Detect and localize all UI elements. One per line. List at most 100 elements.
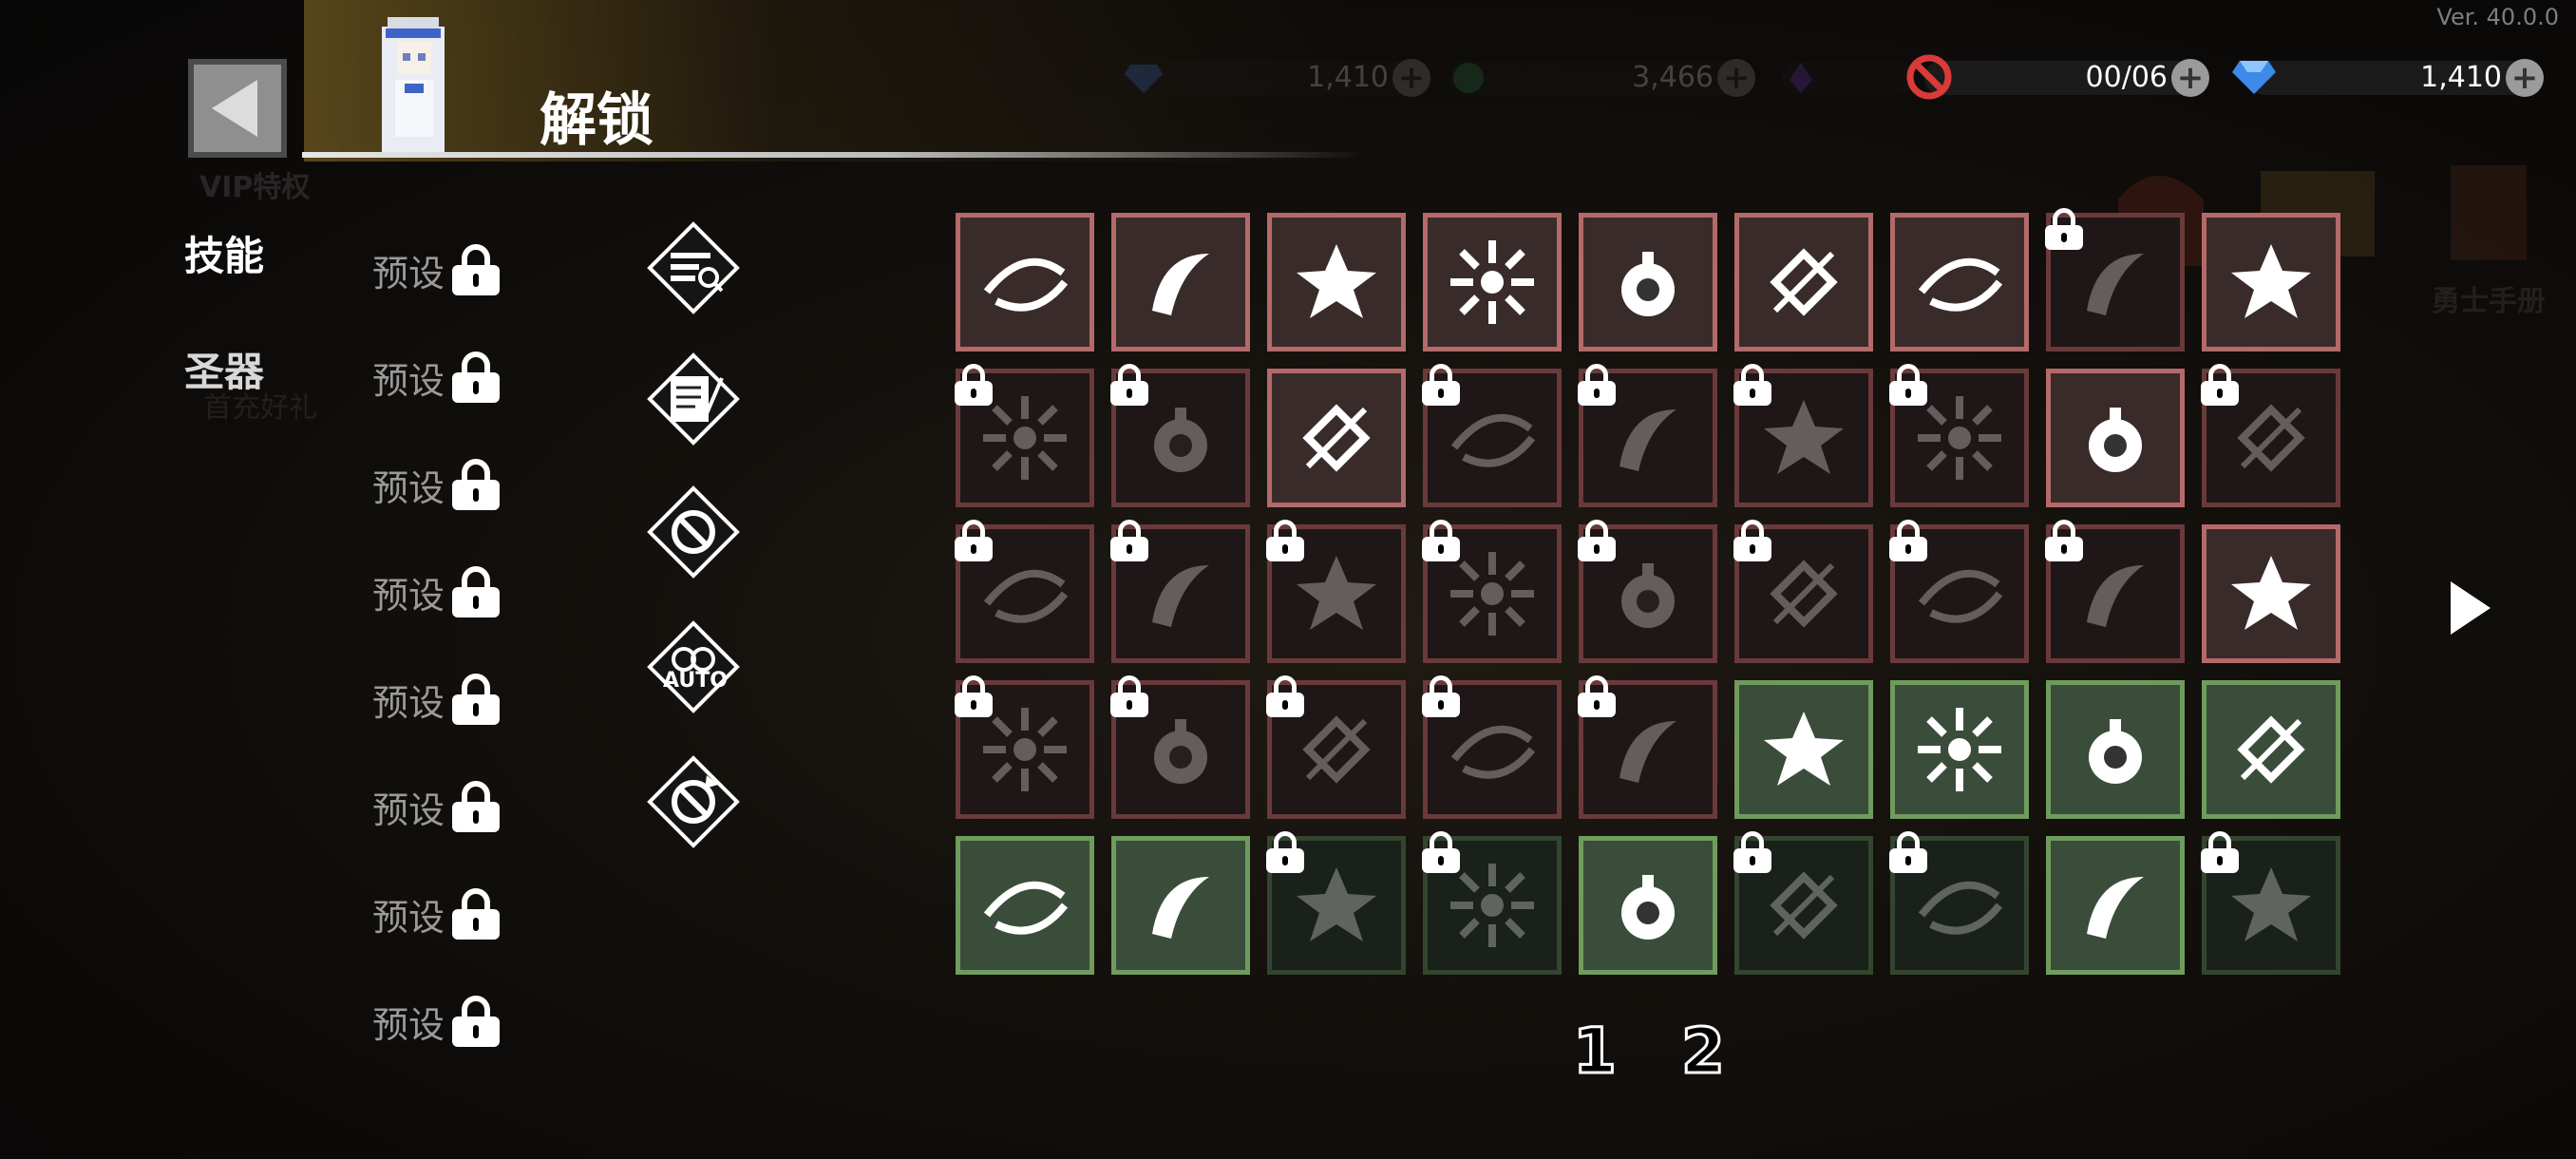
- lock-icon: [2199, 831, 2241, 873]
- ticket-value: 00/06: [2085, 61, 2168, 94]
- skill-slot-blade-swirl[interactable]: [1111, 213, 1250, 352]
- skill-slot-smoke-cloud[interactable]: [955, 520, 1094, 663]
- lock-icon: [1732, 520, 1773, 561]
- skill-slot-fire-wheel[interactable]: [956, 836, 1094, 975]
- skill-slot-laser-beam[interactable]: [1422, 831, 1562, 975]
- skill-slot-lightning-bolt[interactable]: [2046, 680, 2185, 819]
- skill-slot-spiral[interactable]: [1889, 364, 2029, 507]
- preset-label: 预设: [372, 252, 445, 294]
- skill-slot-spark-star[interactable]: [1423, 213, 1562, 352]
- totem-icon: [2237, 715, 2305, 784]
- preset-label: 预设: [372, 788, 445, 831]
- skill-slot-dark-vortex[interactable]: [2045, 208, 2185, 352]
- skill-slot-target-bomb[interactable]: [2046, 369, 2185, 507]
- lock-icon: [450, 566, 502, 618]
- skill-slot-fire-orb[interactable]: [955, 675, 1094, 819]
- skill-slot-frost-bomb[interactable]: [1734, 213, 1873, 352]
- skill-slot-swords-rain[interactable]: [1889, 831, 2029, 975]
- preset-slot[interactable]: 预设: [372, 885, 502, 942]
- scroll-quill-icon[interactable]: [646, 352, 741, 446]
- skill-slot-ground-spikes[interactable]: [1110, 675, 1250, 819]
- skill-slot-lightning-bomb[interactable]: [1578, 520, 1717, 663]
- skill-slot-fire-bomb[interactable]: [1890, 213, 2029, 352]
- skill-slot-shard-strike[interactable]: [1734, 680, 1873, 819]
- page-title: 解锁: [540, 87, 653, 154]
- lock-icon: [450, 888, 502, 940]
- arrows-up-down-icon: [1621, 252, 1675, 316]
- skill-slot-arrow-rain[interactable]: [2202, 213, 2340, 352]
- skill-slot-ice-sword[interactable]: [1733, 364, 1873, 507]
- skill-slot-fist[interactable]: [1110, 520, 1250, 663]
- preset-label: 预设: [372, 896, 445, 939]
- page-number-2[interactable]: 2: [1680, 1014, 1727, 1090]
- lock-icon: [450, 996, 502, 1047]
- skill-slot-burst-rock[interactable]: [1267, 213, 1406, 352]
- skill-slot-double-slash[interactable]: [1733, 520, 1873, 663]
- back-button[interactable]: [188, 59, 287, 158]
- preset-slot[interactable]: 预设: [372, 993, 502, 1050]
- preset-slot[interactable]: 预设: [372, 778, 502, 835]
- skill-slot-jaw-trap[interactable]: [1422, 675, 1562, 819]
- warrior-manual-label[interactable]: 勇士手册: [2432, 277, 2546, 319]
- skill-slot-pulse-wave[interactable]: [2202, 524, 2340, 663]
- gem-add-button[interactable]: +: [2506, 59, 2544, 97]
- version-label: Ver. 40.0.0: [2436, 4, 2559, 30]
- plus-icon[interactable]: +: [1392, 59, 1430, 97]
- burst-rock-icon: [1297, 244, 1376, 318]
- first-charge-gift-label: 首充好礼: [203, 391, 317, 425]
- skill-grid: [955, 208, 2340, 975]
- skill-slot-biohazard[interactable]: [955, 364, 1094, 507]
- search-list-icon[interactable]: [646, 220, 741, 315]
- page-number-1[interactable]: 1: [1572, 1014, 1619, 1090]
- skill-slot-cracked-glass[interactable]: [2046, 836, 2185, 975]
- skill-slot-skull-burst[interactable]: [1111, 836, 1250, 975]
- skill-slot-claw-slash[interactable]: [1422, 520, 1562, 663]
- lock-icon: [1576, 675, 1618, 717]
- skill-slot-orbit[interactable]: [1266, 520, 1406, 663]
- preset-slot[interactable]: 预设: [372, 456, 502, 513]
- preset-slot[interactable]: 预设: [372, 241, 502, 298]
- next-page-arrow-icon[interactable]: [2451, 581, 2491, 635]
- lock-icon: [450, 244, 502, 295]
- skill-slot-crosshair[interactable]: [1578, 364, 1717, 507]
- skill-slot-compass-star[interactable]: [1578, 675, 1717, 819]
- ban-refresh-icon[interactable]: [646, 754, 741, 849]
- preset-slot[interactable]: 预设: [372, 671, 502, 728]
- auto-label: AUTO: [663, 669, 728, 693]
- lock-icon: [1887, 831, 1929, 873]
- skill-slot-flame-drop[interactable]: [1579, 836, 1717, 975]
- preset-label: 预设: [372, 359, 445, 402]
- skull-burst-icon: [1152, 877, 1209, 939]
- lock-icon: [1108, 364, 1150, 406]
- plus-icon[interactable]: +: [1717, 59, 1755, 97]
- preset-slot[interactable]: 预设: [372, 563, 502, 620]
- skill-slot-splatter[interactable]: [2201, 831, 2340, 975]
- skill-slot-feather[interactable]: [1422, 364, 1562, 507]
- tab-skill[interactable]: 技能: [184, 224, 264, 282]
- skill-slot-thorn-vine[interactable]: [2201, 364, 2340, 507]
- lock-icon: [1732, 831, 1773, 873]
- preset-label: 预设: [372, 681, 445, 724]
- skill-slot-claw-rise[interactable]: [1266, 675, 1406, 819]
- skill-slot-biohazard[interactable]: [1266, 831, 1406, 975]
- lock-icon: [1887, 364, 1929, 406]
- fire-wheel-icon: [983, 881, 1069, 935]
- skill-slot-slash-arc[interactable]: [956, 213, 1094, 352]
- ticket-add-button[interactable]: +: [2171, 59, 2209, 97]
- skill-slot-wind-slash[interactable]: [1267, 369, 1406, 507]
- skill-slot-cross-slash[interactable]: [2045, 520, 2185, 663]
- auto-ring-icon[interactable]: AUTO: [646, 619, 741, 714]
- ticket-counter: 00/06 +: [1924, 59, 2209, 97]
- lock-icon: [450, 674, 502, 725]
- skill-slot-dragon-head[interactable]: [1733, 831, 1873, 975]
- green-coin-icon: [1453, 63, 1484, 93]
- skill-slot-totem[interactable]: [2202, 680, 2340, 819]
- fire-bomb-icon: [1918, 257, 2003, 312]
- wind-slash-icon: [1302, 404, 1371, 472]
- preset-slot[interactable]: 预设: [372, 349, 502, 406]
- skill-slot-arrows-up-down[interactable]: [1579, 213, 1717, 352]
- skill-slot-spear-thrust[interactable]: [1889, 520, 2029, 663]
- skill-slot-crescent[interactable]: [1110, 364, 1250, 507]
- skill-slot-dice-chain[interactable]: [1890, 680, 2029, 819]
- ban-icon[interactable]: [646, 484, 741, 580]
